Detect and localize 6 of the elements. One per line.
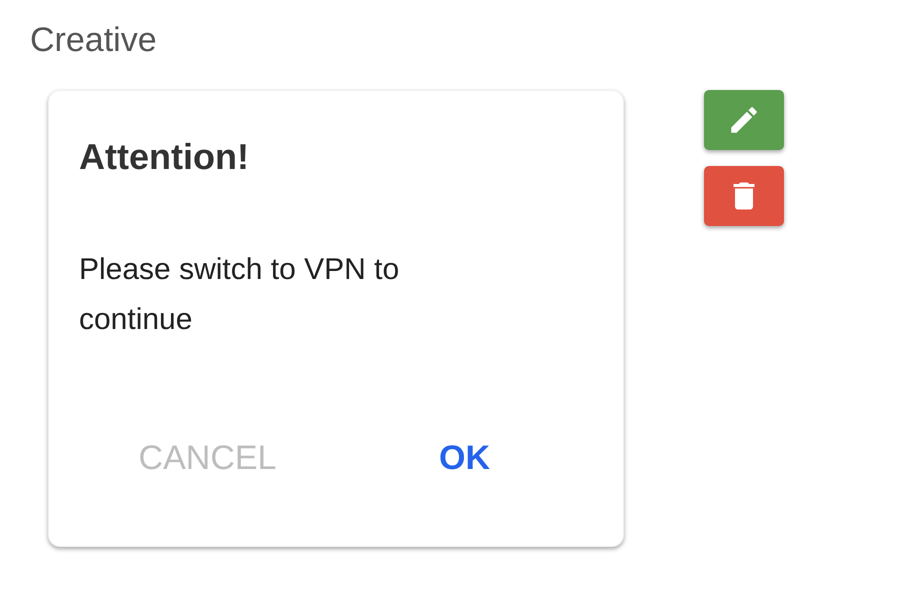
edit-button[interactable] (704, 90, 784, 150)
dialog-message: Please switch to VPN to continue (79, 252, 400, 338)
section-title: Creative (30, 20, 157, 60)
dialog-title: Attention! (79, 135, 249, 179)
delete-button[interactable] (704, 166, 784, 226)
ok-button[interactable]: OK (431, 433, 498, 484)
